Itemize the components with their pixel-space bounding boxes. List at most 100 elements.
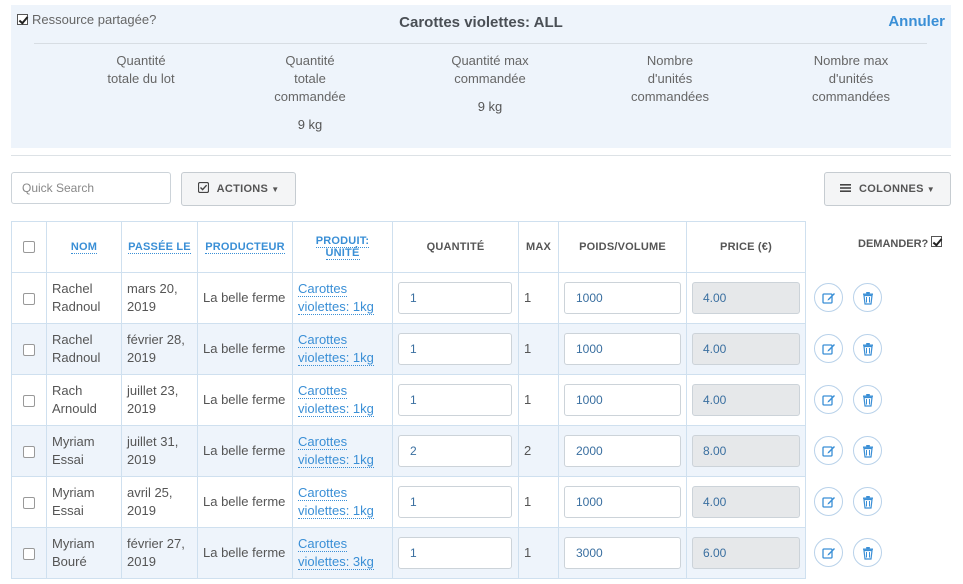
cell-passee: avril 25, 2019: [121, 476, 198, 528]
cell-poids: [558, 425, 687, 477]
price-field: [692, 537, 800, 569]
delete-button[interactable]: [853, 436, 882, 465]
cell-price: [686, 374, 806, 426]
edit-button[interactable]: [814, 385, 843, 414]
summary-panel: Ressource partagée? Carottes violettes: …: [11, 5, 951, 148]
delete-button[interactable]: [853, 487, 882, 516]
row-checkbox[interactable]: [23, 547, 35, 560]
caret-down-icon: ▼: [271, 184, 280, 194]
cell-poids: [558, 527, 687, 579]
table-row: Rach Arnould juillet 23, 2019 La belle fer…: [11, 374, 806, 426]
column-header-produit[interactable]: PRODUIT: UNITÉ: [292, 221, 393, 273]
cell-passee: juillet 31, 2019: [121, 425, 198, 477]
cell-max: 1: [518, 527, 559, 579]
stat-label: Quantité totale du lot: [107, 53, 175, 86]
cell-producteur: La belle ferme: [197, 272, 293, 324]
list-icon: [840, 183, 852, 196]
product-link[interactable]: Carottes violettes: 3kg: [298, 536, 374, 570]
ask-all-checkbox[interactable]: [931, 235, 943, 247]
row-checkbox[interactable]: [23, 496, 35, 509]
cell-price: [686, 425, 806, 477]
cell-max: 1: [518, 476, 559, 528]
weight-input[interactable]: [564, 435, 681, 467]
row-actions: [814, 487, 882, 516]
product-link[interactable]: Carottes violettes: 1kg: [298, 485, 374, 519]
cell-quantite: [392, 425, 519, 477]
quantity-input[interactable]: [398, 486, 512, 518]
cell-price: [686, 476, 806, 528]
weight-input[interactable]: [564, 282, 681, 314]
cell-passee: février 27, 2019: [121, 527, 198, 579]
edit-icon: [821, 445, 835, 457]
column-header-nom[interactable]: NOM: [46, 221, 122, 273]
row-checkbox[interactable]: [23, 394, 35, 407]
cell-poids: [558, 374, 687, 426]
cell-price: [686, 323, 806, 375]
quick-search-input[interactable]: [11, 172, 171, 204]
row-actions: [814, 538, 882, 567]
row-actions: [814, 436, 882, 465]
cell-poids: [558, 323, 687, 375]
column-header-producteur[interactable]: PRODUCTEUR: [197, 221, 293, 273]
cell-producteur: La belle ferme: [197, 323, 293, 375]
cell-producteur: La belle ferme: [197, 527, 293, 579]
cell-quantite: [392, 374, 519, 426]
cell-producteur: La belle ferme: [197, 476, 293, 528]
section-divider: [11, 155, 951, 156]
row-select-cell: [11, 374, 47, 426]
column-header-passee[interactable]: PASSÉE LE: [121, 221, 198, 273]
columns-label: COLONNES: [859, 183, 924, 195]
select-all-checkbox[interactable]: [23, 241, 35, 254]
edit-button[interactable]: [814, 538, 843, 567]
stat-max-ordered: Quantité max commandée 9 kg: [400, 52, 580, 116]
cancel-link[interactable]: Annuler: [888, 13, 945, 30]
table-row: Myriam Bouré février 27, 2019 La belle fer…: [11, 527, 806, 579]
column-header-price: PRICE (€): [686, 221, 806, 273]
row-checkbox[interactable]: [23, 445, 35, 458]
cell-max: 1: [518, 374, 559, 426]
quantity-input[interactable]: [398, 537, 512, 569]
product-link[interactable]: Carottes violettes: 1kg: [298, 383, 374, 417]
weight-input[interactable]: [564, 486, 681, 518]
quantity-input[interactable]: [398, 384, 512, 416]
actions-label: ACTIONS: [216, 183, 269, 195]
delete-button[interactable]: [853, 538, 882, 567]
weight-input[interactable]: [564, 537, 681, 569]
table-header-row: NOM PASSÉE LE PRODUCTEUR PRODUIT: UNITÉ Q…: [11, 221, 806, 273]
delete-button[interactable]: [853, 334, 882, 363]
product-link[interactable]: Carottes violettes: 1kg: [298, 434, 374, 468]
cell-poids: [558, 272, 687, 324]
cell-max: 1: [518, 272, 559, 324]
edit-button[interactable]: [814, 487, 843, 516]
cell-produit: Carottes violettes: 1kg: [292, 374, 393, 426]
edit-button[interactable]: [814, 334, 843, 363]
cell-quantite: [392, 527, 519, 579]
row-select-cell: [11, 476, 47, 528]
cell-produit: Carottes violettes: 1kg: [292, 272, 393, 324]
stat-value: 9 kg: [477, 99, 503, 114]
caret-down-icon: ▼: [926, 184, 935, 194]
weight-input[interactable]: [564, 384, 681, 416]
select-all-cell: [11, 221, 47, 273]
cell-passee: juillet 23, 2019: [121, 374, 198, 426]
cell-produit: Carottes violettes: 1kg: [292, 425, 393, 477]
row-select-cell: [11, 272, 47, 324]
weight-input[interactable]: [564, 333, 681, 365]
quantity-input[interactable]: [398, 435, 512, 467]
edit-button[interactable]: [814, 283, 843, 312]
columns-button[interactable]: COLONNES ▼: [824, 172, 951, 206]
delete-button[interactable]: [853, 283, 882, 312]
stat-max-units-ordered: Nombre max d'unités commandées: [761, 52, 941, 116]
row-checkbox[interactable]: [23, 292, 35, 305]
cell-max: 1: [518, 323, 559, 375]
stat-total-ordered: Quantité totale commandée 9 kg: [220, 52, 400, 134]
actions-button[interactable]: ACTIONS ▼: [181, 172, 296, 206]
delete-button[interactable]: [853, 385, 882, 414]
quantity-input[interactable]: [398, 333, 512, 365]
row-checkbox[interactable]: [23, 343, 35, 356]
trash-icon: [862, 546, 873, 560]
edit-button[interactable]: [814, 436, 843, 465]
quantity-input[interactable]: [398, 282, 512, 314]
product-link[interactable]: Carottes violettes: 1kg: [298, 281, 374, 315]
product-link[interactable]: Carottes violettes: 1kg: [298, 332, 374, 366]
